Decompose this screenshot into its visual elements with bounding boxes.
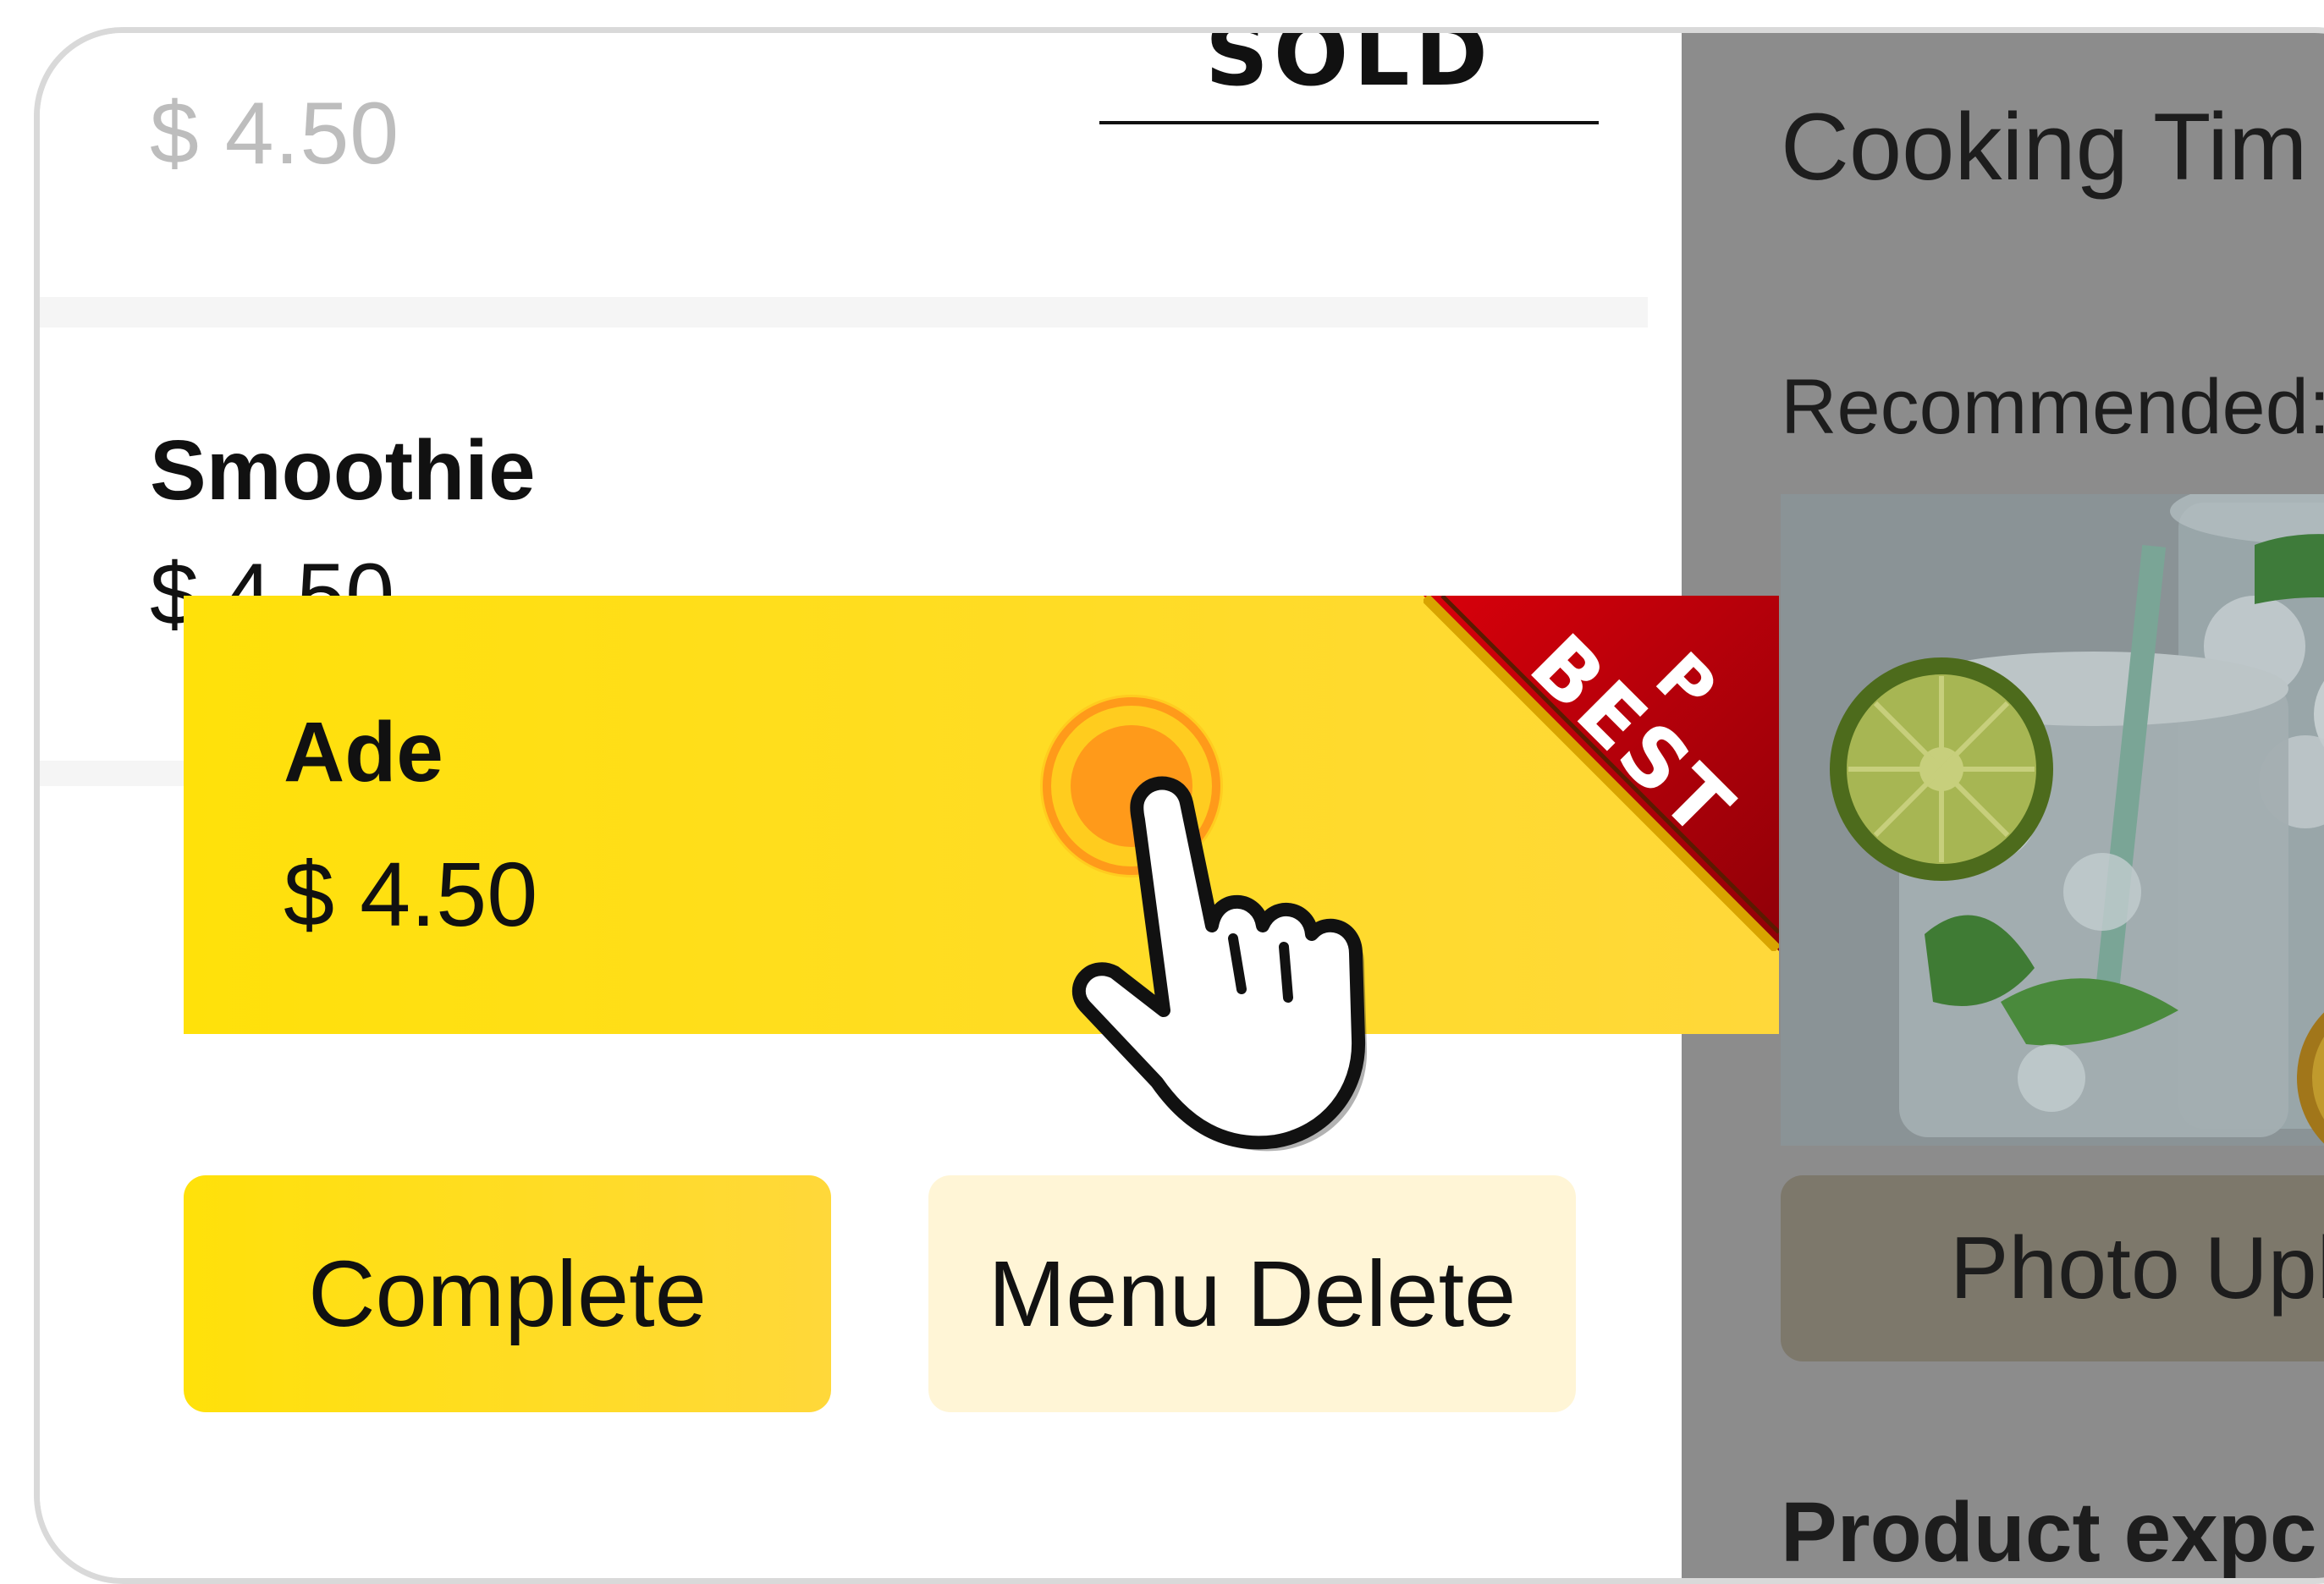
menu-item-price: $ 4.50 [150,85,400,183]
hand-pointer-icon [1030,685,1428,1158]
product-explanation-label: Product expc [1781,1485,2317,1580]
lemonade-photo-illustration [1781,494,2324,1146]
photo-upload-button[interactable]: Photo Upl [1781,1175,2324,1361]
product-photo [1781,494,2324,1146]
menu-item-name-ade: Ade [284,705,443,800]
recommended-label: Recommended: [1781,364,2324,450]
complete-button[interactable]: Complete [184,1175,831,1412]
cooking-time-label: Cooking Tim [1781,94,2308,200]
menu-item-card-ade[interactable]: Ade $ 4.50 P BEST [184,596,1779,1034]
menu-item-name-smoothie[interactable]: Smoothie [150,422,536,520]
menu-delete-button[interactable]: Menu Delete [928,1175,1576,1412]
app-frame: $ 4.50 SOLD OUT Smoothie $ 4.50 Complete… [34,27,2324,1584]
menu-item-price-ade: $ 4.50 [284,843,538,945]
best-ribbon-icon: P BEST [1421,596,1779,954]
sold-out-toggle[interactable]: SOLD OUT [1099,33,1599,124]
row-divider [40,297,1648,327]
